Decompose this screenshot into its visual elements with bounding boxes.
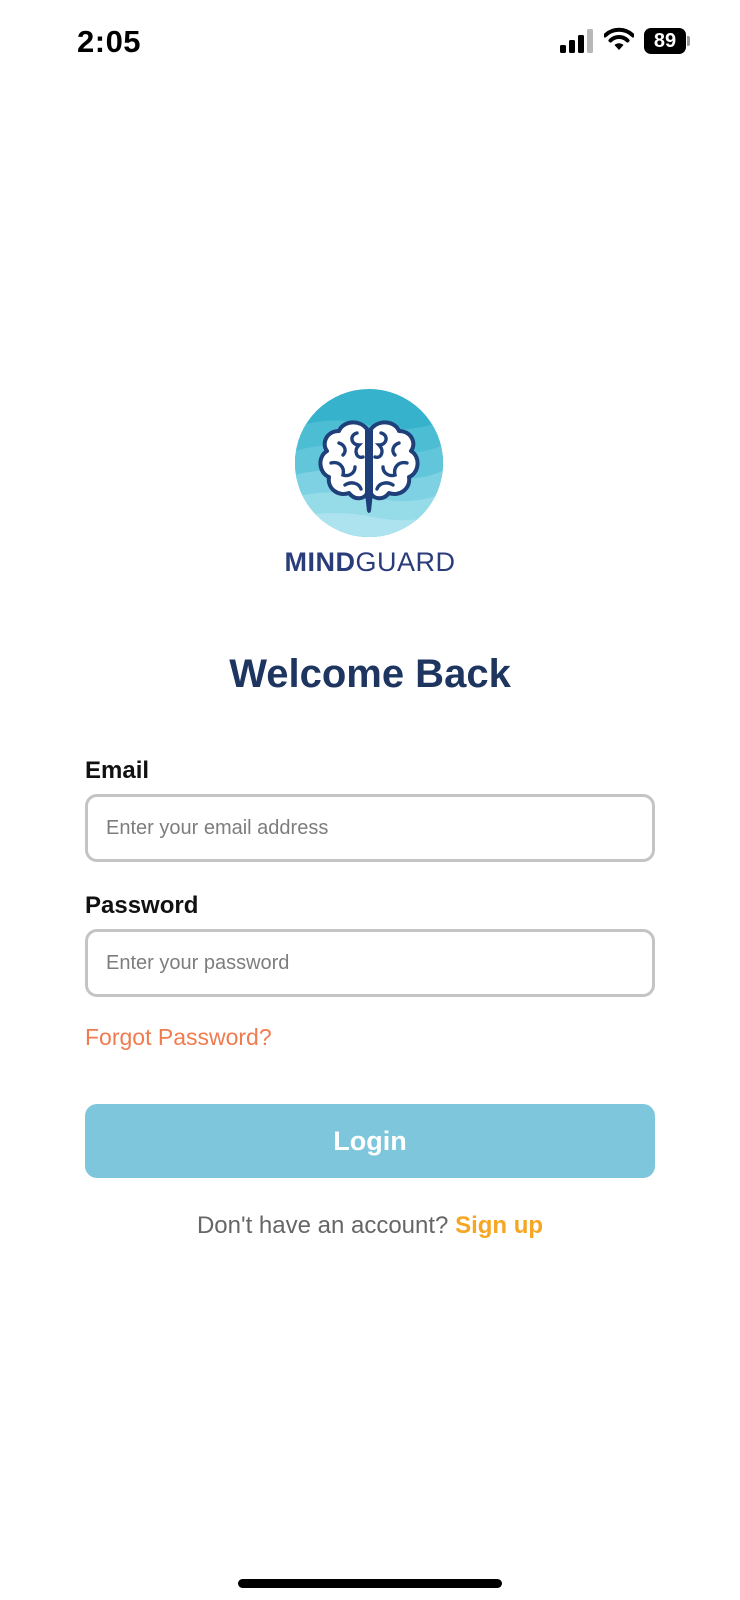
password-field[interactable]	[85, 929, 655, 997]
login-button[interactable]: Login	[85, 1104, 655, 1178]
login-screen: 2:05 89 MINDGUARD Welcome Back Email Ent…	[0, 0, 740, 1600]
brand-logo: MINDGUARD	[0, 547, 740, 578]
battery-tip	[687, 36, 690, 46]
signup-link[interactable]: Sign up	[455, 1212, 543, 1239]
wifi-icon	[604, 27, 634, 50]
battery-icon: 89	[644, 28, 690, 54]
email-field[interactable]	[85, 794, 655, 862]
status-time: 2:05	[77, 24, 142, 59]
status-bar: 2:05 89	[0, 0, 740, 84]
password-label: Password	[85, 892, 199, 919]
forgot-password-link[interactable]: Forgot Password?	[85, 1024, 272, 1051]
brain-icon	[295, 389, 443, 537]
signup-prompt: Don't have an account?	[196, 1212, 449, 1239]
email-label: Email	[85, 757, 150, 784]
page-title: Welcome Back	[229, 652, 511, 696]
home-indicator[interactable]	[238, 1579, 502, 1588]
brand-name-bold: MIND	[284, 547, 356, 577]
brand-name-light: GUARD	[355, 547, 456, 577]
signal-icon	[560, 29, 593, 53]
battery-level: 89	[644, 28, 686, 54]
signup-row: Don't have an account? Sign up	[0, 1212, 740, 1240]
